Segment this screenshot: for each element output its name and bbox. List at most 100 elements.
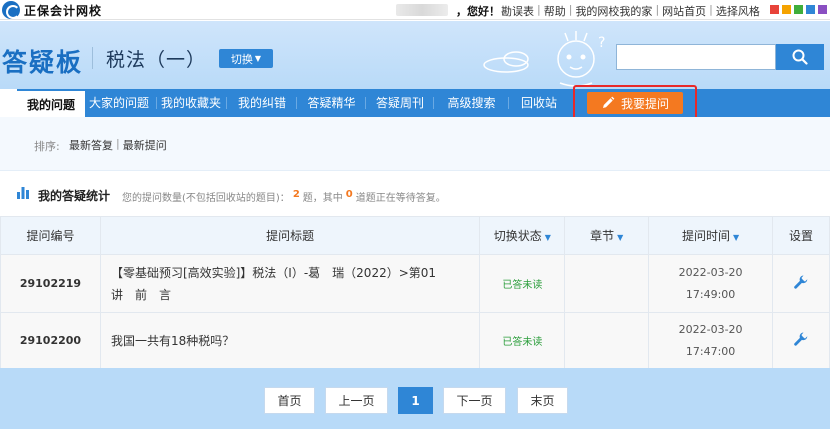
tab-label: 答疑精华 <box>307 96 356 110</box>
tab-recycle-bin[interactable]: 回收站 <box>509 89 569 117</box>
sort-latest-reply[interactable]: 最新答复 <box>69 137 113 153</box>
tab-answer-highlights[interactable]: 答疑精华 <box>297 89 366 117</box>
stats-mid: 题，其中 <box>302 193 343 204</box>
prev-page-button[interactable]: 上一页 <box>325 387 388 414</box>
sort-caret-icon: ▼ <box>733 233 740 242</box>
tab-label: 我的收藏夹 <box>161 96 222 110</box>
bar-chart-icon <box>17 187 29 199</box>
tab-label: 我的问题 <box>26 98 75 112</box>
swatch-blue[interactable] <box>806 5 815 14</box>
stats-panel: 我的答疑统计 您的提问数量(不包括回收站的题目)： 2 题，其中 0 道题正在等… <box>0 172 830 216</box>
table-row[interactable]: 29102200 我国一共有18种税吗？ 已答未读 2022-03-20 17:… <box>0 312 830 369</box>
stats-description: 您的提问数量(不包括回收站的题目)： 2 题，其中 0 道题正在等待答复。 <box>122 189 446 204</box>
tab-label: 回收站 <box>520 96 557 110</box>
col-chapter[interactable]: 章节 ▼ <box>564 216 650 255</box>
table-row[interactable]: 29102219 【零基础预习[高效实验]】税法（Ⅰ）-葛 瑞（2022）>第0… <box>0 254 830 313</box>
wrench-icon[interactable] <box>793 331 809 347</box>
ask-question-button[interactable]: 我要提问 <box>587 92 683 114</box>
row-question-id: 29102219 <box>0 254 101 313</box>
tab-my-corrections[interactable]: 我的纠错 <box>227 89 297 117</box>
col-settings: 设置 <box>772 216 830 255</box>
next-page-button[interactable]: 下一页 <box>443 387 506 414</box>
row-time: 17:47:00 <box>685 344 736 358</box>
title-line: 我国一共有18种税吗？ <box>110 333 235 348</box>
mascot-illustration: ? <box>483 31 605 87</box>
switch-course-button[interactable]: 切换 ▼ <box>219 49 273 68</box>
row-status: 已答未读 <box>479 254 566 313</box>
sort-caret-icon: ▼ <box>617 233 624 242</box>
title-line: 【零基础预习[高效实验]】税法（Ⅰ）-葛 瑞（2022）>第01 <box>110 265 437 280</box>
stats-prefix: 您的提问数量(不包括回收站的题目)： <box>122 193 290 204</box>
swatch-orange[interactable] <box>782 5 791 14</box>
top-link-choose-style[interactable]: 选择风格 <box>713 3 763 19</box>
pencil-icon <box>602 96 615 108</box>
tab-weekly[interactable]: 答疑周刊 <box>366 89 434 117</box>
logo-icon <box>2 1 20 19</box>
tab-favorites[interactable]: 我的收藏夹 <box>157 89 227 117</box>
row-question-id: 29102200 <box>0 312 101 369</box>
sort-bar: 排序: 最新答复 | 最新提问 <box>0 117 830 171</box>
title-divider <box>92 47 93 69</box>
stats-total: 2 <box>292 189 300 200</box>
top-link-site-home[interactable]: 网站首页 <box>659 3 709 19</box>
stats-title: 我的答疑统计 <box>38 189 111 203</box>
tab-label: 大家的问题 <box>89 96 150 110</box>
row-chapter <box>564 254 650 313</box>
blurred-username <box>396 4 448 16</box>
caret-down-icon: ▼ <box>254 54 262 63</box>
switch-label: 切换 <box>230 52 253 66</box>
row-question-title[interactable]: 【零基础预习[高效实验]】税法（Ⅰ）-葛 瑞（2022）>第01 讲 前 言 <box>99 254 481 313</box>
header: 答疑板 税法（一） 切换 ▼ ? <box>0 21 830 89</box>
swatch-red[interactable] <box>770 5 779 14</box>
swatch-purple[interactable] <box>818 5 827 14</box>
stats-waiting: 0 <box>345 189 353 200</box>
row-status: 已答未读 <box>479 312 566 369</box>
row-settings <box>772 312 830 369</box>
table-header-row: 提问编号 提问标题 切换状态 ▼ 章节 ▼ 提问时间 ▼ 设置 <box>0 216 830 255</box>
last-page-button[interactable]: 末页 <box>517 387 568 414</box>
tab-label: 高级搜索 <box>447 96 496 110</box>
sort-caret-icon: ▼ <box>544 233 551 242</box>
top-bar: 正保会计网校 ，您好！ 勘误表 | 帮助 | 我的网校我的家 | 网站首页 | 选择风格 <box>0 0 830 20</box>
col-question-id: 提问编号 <box>0 216 101 255</box>
search-icon <box>792 49 808 65</box>
top-links: 勘误表 | 帮助 | 我的网校我的家 | 网站首页 | 选择风格 <box>498 3 763 19</box>
tab-advanced-search[interactable]: 高级搜索 <box>434 89 509 117</box>
sort-options: 最新答复 | 最新提问 <box>69 137 167 153</box>
pagination: 首页 上一页 1 下一页 末页 <box>0 368 830 429</box>
ask-label: 我要提问 <box>620 96 669 111</box>
current-page-button[interactable]: 1 <box>398 387 433 414</box>
sort-label: 排序: <box>34 140 60 153</box>
logo-text: 正保会计网校 <box>24 3 103 18</box>
row-date: 2022-03-20 <box>678 265 743 279</box>
col-question-time[interactable]: 提问时间 ▼ <box>648 216 774 255</box>
tab-my-questions[interactable]: 我的问题 <box>17 89 85 117</box>
row-question-time: 2022-03-20 17:47:00 <box>648 312 774 369</box>
top-link-help[interactable]: 帮助 <box>541 3 569 19</box>
search-button[interactable] <box>776 44 824 70</box>
row-question-title[interactable]: 我国一共有18种税吗？ <box>99 312 481 369</box>
site-logo[interactable]: 正保会计网校 <box>2 1 102 19</box>
swatch-green[interactable] <box>794 5 803 14</box>
first-page-button[interactable]: 首页 <box>264 387 315 414</box>
col-question-title: 提问标题 <box>99 216 481 255</box>
svg-text:?: ? <box>598 35 605 51</box>
col-status[interactable]: 切换状态 ▼ <box>479 216 566 255</box>
page-title: 答疑板 <box>2 48 84 77</box>
row-date: 2022-03-20 <box>678 322 743 336</box>
wrench-icon[interactable] <box>793 274 809 290</box>
stats-suffix: 道题正在等待答复。 <box>355 193 446 204</box>
search-input[interactable] <box>616 44 776 70</box>
greeting-text: ，您好！ <box>456 5 500 18</box>
main-nav: 我的问题 大家的问题 我的收藏夹 我的纠错 答疑精华 答疑周刊 高级搜索 回收站 <box>17 89 830 117</box>
style-swatches <box>770 5 827 14</box>
top-link-errata[interactable]: 勘误表 <box>498 3 537 19</box>
sort-latest-question[interactable]: 最新提问 <box>123 137 167 153</box>
tab-label: 我的纠错 <box>237 96 286 110</box>
top-link-my-home[interactable]: 我的网校我的家 <box>572 3 655 19</box>
row-settings <box>772 254 830 313</box>
questions-table: 提问编号 提问标题 切换状态 ▼ 章节 ▼ 提问时间 ▼ 设置 29102219 【零… <box>0 216 830 369</box>
row-question-time: 2022-03-20 17:49:00 <box>648 254 774 313</box>
title-line: 讲 前 言 <box>110 287 171 302</box>
tab-everyone-questions[interactable]: 大家的问题 <box>85 89 157 117</box>
